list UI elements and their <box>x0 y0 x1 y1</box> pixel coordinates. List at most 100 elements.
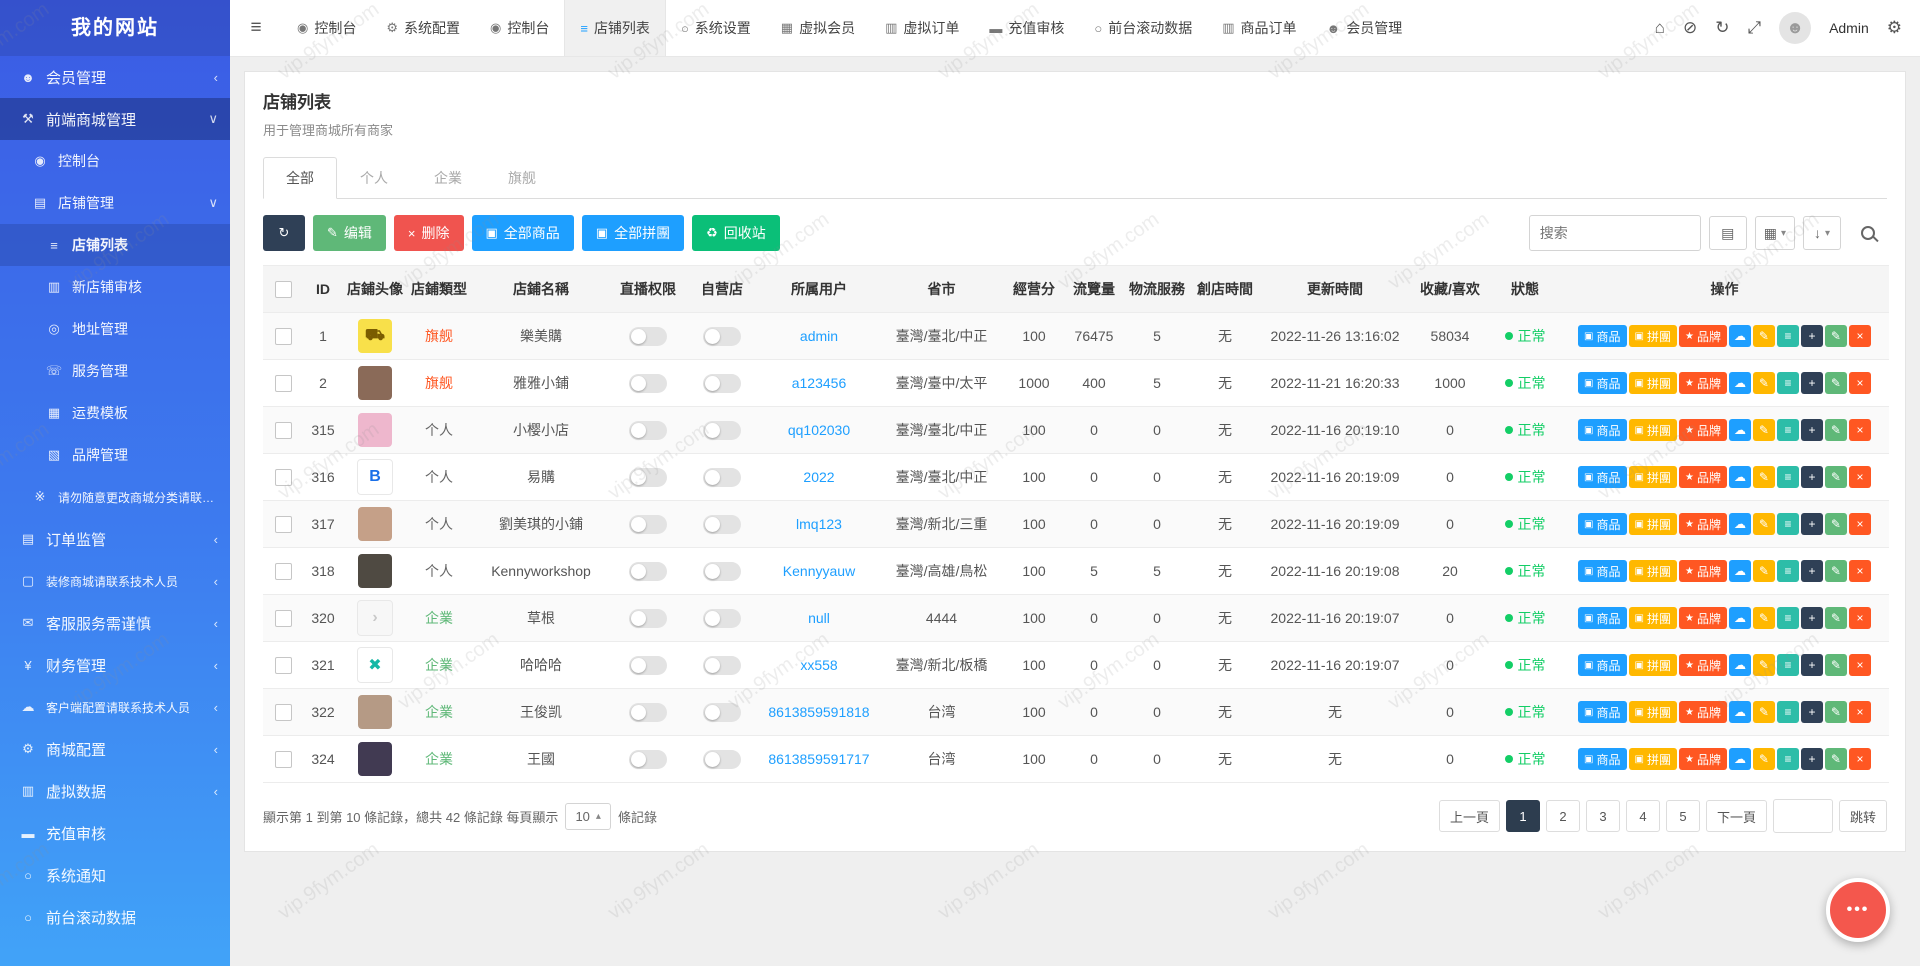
nav-tab[interactable]: ○ 前台滚动数据 <box>1079 0 1207 56</box>
live-toggle[interactable] <box>629 702 667 722</box>
cloud-button[interactable]: ☁ <box>1728 372 1751 394</box>
edit-row-button[interactable]: ✎ <box>1824 654 1847 676</box>
brand-button[interactable]: ★ 品牌 <box>1678 513 1727 535</box>
group-button[interactable]: ▣ 拼團 <box>1628 419 1677 441</box>
cloud-button[interactable]: ☁ <box>1728 607 1751 629</box>
row-checkbox[interactable] <box>274 515 292 533</box>
row-checkbox[interactable] <box>274 750 292 768</box>
sidebar-item[interactable]: ▥ 新店铺审核 <box>0 266 230 308</box>
sidebar-item[interactable]: ⚒ 前端商城管理 ∨ <box>0 98 230 140</box>
owner-link[interactable]: Kennyyauw <box>783 563 855 579</box>
goods-button[interactable]: ▣ 商品 <box>1578 419 1627 441</box>
edit-row-button[interactable]: ✎ <box>1824 560 1847 582</box>
brand-button[interactable]: ★ 品牌 <box>1678 654 1727 676</box>
nav-tab[interactable]: ☻ 会员管理 <box>1312 0 1418 56</box>
page-button[interactable]: 1 <box>1505 800 1540 832</box>
plus-button[interactable]: + <box>1800 513 1823 535</box>
delete-row-button[interactable]: × <box>1848 560 1871 582</box>
brand-button[interactable]: ★ 品牌 <box>1678 607 1727 629</box>
delete-row-button[interactable]: × <box>1848 372 1871 394</box>
page-button[interactable]: 3 <box>1585 800 1620 832</box>
plus-button[interactable]: + <box>1800 560 1823 582</box>
owner-link[interactable]: 2022 <box>803 469 834 485</box>
nav-tab[interactable]: ▥ 虚拟订单 <box>870 0 974 56</box>
sidebar-item[interactable]: ▢ 装修商城请联系技术人员 ‹ <box>0 560 230 602</box>
owner-link[interactable]: lmq123 <box>796 516 842 532</box>
plus-button[interactable]: + <box>1800 654 1823 676</box>
delete-row-button[interactable]: × <box>1848 419 1871 441</box>
cloud-button[interactable]: ☁ <box>1728 654 1751 676</box>
group-button[interactable]: ▣ 拼團 <box>1628 560 1677 582</box>
live-toggle[interactable] <box>629 514 667 534</box>
username[interactable]: Admin <box>1829 20 1869 36</box>
owner-link[interactable]: null <box>808 610 830 626</box>
export-button[interactable]: ↓ ▾ <box>1803 216 1841 250</box>
cloud-button[interactable]: ☁ <box>1728 419 1751 441</box>
edit-row-button[interactable]: ✎ <box>1824 419 1847 441</box>
brand-button[interactable]: ★ 品牌 <box>1678 560 1727 582</box>
sidebar-item[interactable]: ≡ 店铺列表 <box>0 224 230 266</box>
rows-button[interactable]: ≡ <box>1776 513 1799 535</box>
brand-button[interactable]: ★ 品牌 <box>1678 748 1727 770</box>
plus-button[interactable]: + <box>1800 748 1823 770</box>
sidebar-item[interactable]: ◎ 地址管理 <box>0 308 230 350</box>
search-input[interactable] <box>1528 215 1701 251</box>
nav-tab[interactable]: ▦ 虚拟会员 <box>766 0 870 56</box>
sidebar-item[interactable]: ▬ 充值审核 <box>0 812 230 854</box>
note-button[interactable]: ✎ <box>1752 607 1775 629</box>
jump-button[interactable]: 跳转 <box>1838 800 1887 832</box>
sidebar-item[interactable]: ○ 前台滚动数据 <box>0 896 230 938</box>
goods-button[interactable]: ▣ 商品 <box>1578 466 1627 488</box>
all-goods-button[interactable]: ▣ 全部商品 <box>471 215 574 251</box>
row-checkbox[interactable] <box>274 374 292 392</box>
filter-tab[interactable]: 企業 <box>411 157 485 199</box>
goods-button[interactable]: ▣ 商品 <box>1578 607 1627 629</box>
group-button[interactable]: ▣ 拼團 <box>1628 607 1677 629</box>
sidebar-item[interactable]: ☻ 会员管理 ‹ <box>0 56 230 98</box>
jump-page-input[interactable] <box>1772 799 1833 833</box>
avatar[interactable]: ☻ <box>1779 12 1812 44</box>
brand-button[interactable]: ★ 品牌 <box>1678 325 1727 347</box>
group-button[interactable]: ▣ 拼團 <box>1628 325 1677 347</box>
page-button[interactable]: 5 <box>1665 800 1700 832</box>
delete-row-button[interactable]: × <box>1848 701 1871 723</box>
rows-button[interactable]: ≡ <box>1776 560 1799 582</box>
plus-button[interactable]: + <box>1800 325 1823 347</box>
sidebar-item[interactable]: ▤ 订单监管 ‹ <box>0 518 230 560</box>
next-page-button[interactable]: 下一頁 <box>1705 800 1767 832</box>
note-button[interactable]: ✎ <box>1752 419 1775 441</box>
nav-tab[interactable]: ◉ 控制台 <box>282 0 371 56</box>
sidebar-item[interactable]: ◉ 控制台 <box>0 140 230 182</box>
nav-tab[interactable]: ◉ 控制台 <box>475 0 564 56</box>
edit-row-button[interactable]: ✎ <box>1824 466 1847 488</box>
rows-button[interactable]: ≡ <box>1776 654 1799 676</box>
sidebar-item[interactable]: ✉ 客服服务需谨慎 ‹ <box>0 602 230 644</box>
cloud-button[interactable]: ☁ <box>1728 325 1751 347</box>
row-checkbox[interactable] <box>274 703 292 721</box>
rows-button[interactable]: ≡ <box>1776 419 1799 441</box>
self-run-toggle[interactable] <box>703 420 741 440</box>
note-button[interactable]: ✎ <box>1752 325 1775 347</box>
plus-button[interactable]: + <box>1800 607 1823 629</box>
group-button[interactable]: ▣ 拼團 <box>1628 466 1677 488</box>
filter-tab[interactable]: 旗舰 <box>485 157 559 199</box>
view-toggle-button[interactable]: ▤ <box>1708 216 1747 250</box>
live-toggle[interactable] <box>629 326 667 346</box>
rows-button[interactable]: ≡ <box>1776 607 1799 629</box>
edit-row-button[interactable]: ✎ <box>1824 372 1847 394</box>
sidebar-item[interactable]: ¥ 财务管理 ‹ <box>0 644 230 686</box>
row-checkbox[interactable] <box>274 562 292 580</box>
sidebar-item[interactable]: ▤ 店铺管理 ∨ <box>0 182 230 224</box>
cloud-button[interactable]: ☁ <box>1728 513 1751 535</box>
group-button[interactable]: ▣ 拼團 <box>1628 748 1677 770</box>
edit-row-button[interactable]: ✎ <box>1824 513 1847 535</box>
sidebar-item[interactable]: ☁ 客户端配置请联系技术人员 ‹ <box>0 686 230 728</box>
live-toggle[interactable] <box>629 467 667 487</box>
self-run-toggle[interactable] <box>703 608 741 628</box>
owner-link[interactable]: 8613859591818 <box>768 704 869 720</box>
owner-link[interactable]: 8613859591717 <box>768 751 869 767</box>
goods-button[interactable]: ▣ 商品 <box>1578 513 1627 535</box>
menu-toggle-icon[interactable]: ≡ <box>230 17 282 39</box>
owner-link[interactable]: a123456 <box>792 375 847 391</box>
owner-link[interactable]: xx558 <box>800 657 837 673</box>
